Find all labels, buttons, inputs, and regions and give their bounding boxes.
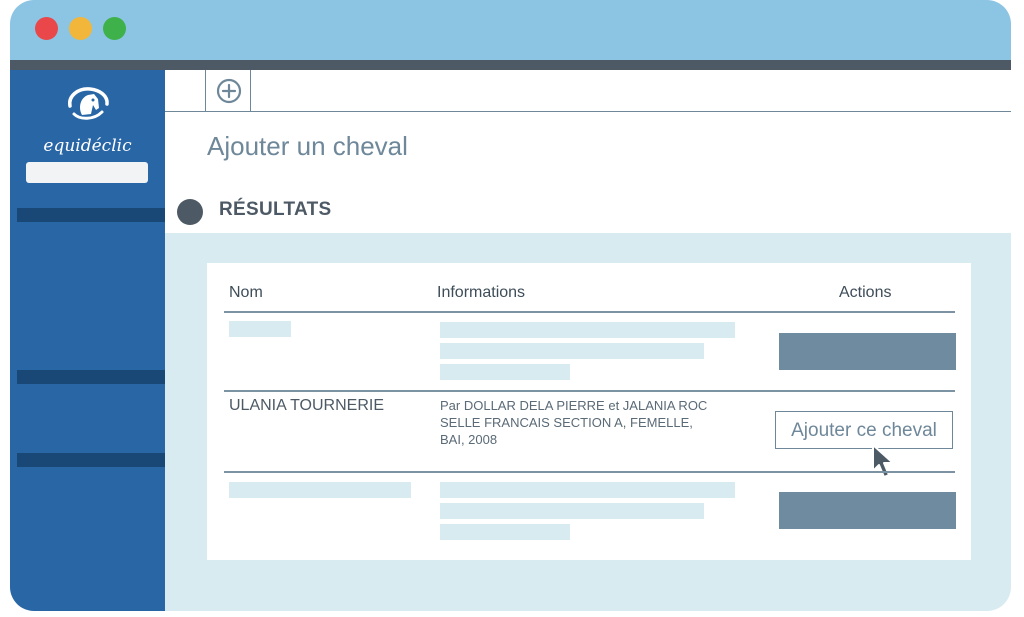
horse-name: ULANIA TOURNERIE [229, 397, 385, 414]
title-bar [10, 0, 1011, 60]
row-divider [224, 390, 955, 392]
info-placeholder [440, 364, 570, 380]
app-window: equidéclic Ajouter un cheval RÉSULTATS N… [10, 0, 1011, 611]
results-panel: Nom Informations Actions ULANIA TOURNERI… [165, 233, 1011, 611]
page-title: Ajouter un cheval [207, 131, 408, 161]
sidebar-item-2[interactable] [17, 370, 165, 384]
results-table: Nom Informations Actions ULANIA TOURNERI… [207, 263, 971, 560]
tab-bar [165, 70, 1011, 112]
logo-text: equidéclic [43, 136, 132, 156]
horse-head-logo-icon [68, 87, 109, 120]
results-heading: RÉSULTATS [219, 199, 332, 220]
horse-info: Par DOLLAR DELA PIERRE et JALANIA ROC SE… [440, 397, 707, 448]
info-placeholder [440, 503, 704, 519]
horse-info-line: SELLE FRANCAIS SECTION A, FEMELLE, [440, 415, 693, 430]
info-placeholder [440, 343, 704, 359]
title-bar-divider [10, 60, 1011, 70]
info-placeholder [440, 322, 735, 338]
header-divider [224, 311, 955, 313]
column-header-actions: Actions [839, 284, 892, 301]
plus-circle-icon [216, 78, 242, 104]
horse-info-line: BAI, 2008 [440, 432, 498, 447]
sidebar-item-3[interactable] [17, 453, 165, 467]
main-content: Ajouter un cheval RÉSULTATS Nom Informat… [165, 70, 1011, 611]
sidebar-search-input[interactable] [26, 162, 148, 183]
maximize-window-button[interactable] [103, 17, 126, 40]
add-horse-button[interactable]: Ajouter ce cheval [775, 411, 953, 449]
info-placeholder [440, 524, 570, 540]
column-header-nom: Nom [229, 284, 263, 301]
section-bullet-icon [177, 199, 203, 225]
close-window-button[interactable] [35, 17, 58, 40]
row-divider [224, 471, 955, 473]
name-placeholder [229, 321, 291, 337]
app-logo[interactable]: equidéclic [10, 84, 165, 156]
action-button-placeholder[interactable] [779, 333, 956, 370]
action-button-placeholder[interactable] [779, 492, 956, 529]
column-header-informations: Informations [437, 284, 526, 301]
add-tab-button[interactable] [205, 70, 251, 112]
mouse-pointer-icon [872, 444, 894, 478]
sidebar: equidéclic [10, 70, 165, 611]
minimize-window-button[interactable] [69, 17, 92, 40]
name-placeholder [229, 482, 411, 498]
sidebar-item-1[interactable] [17, 208, 165, 222]
horse-info-line: Par DOLLAR DELA PIERRE et JALANIA ROC [440, 398, 708, 413]
info-placeholder [440, 482, 735, 498]
